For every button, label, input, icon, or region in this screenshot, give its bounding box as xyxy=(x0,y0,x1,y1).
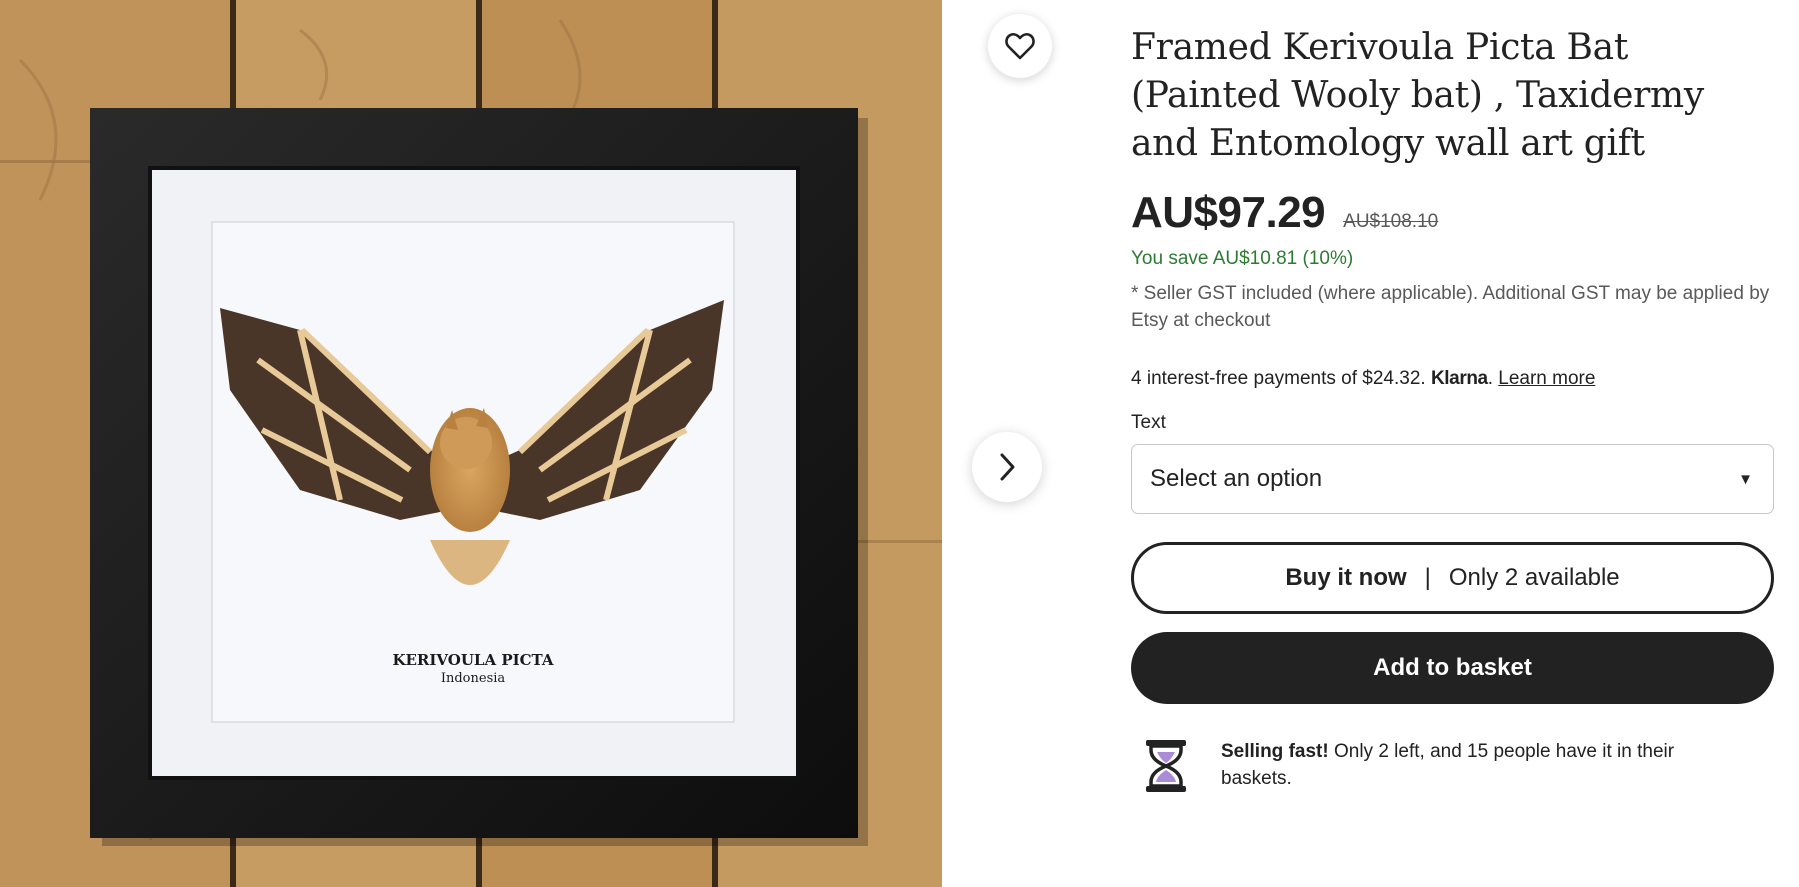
listing-info-panel: Framed Kerivoula Picta Bat (Painted Wool… xyxy=(1131,24,1776,796)
next-image-button[interactable] xyxy=(972,432,1042,502)
listing-title: Framed Kerivoula Picta Bat (Painted Wool… xyxy=(1131,27,1704,164)
specimen-label-title: KERIVOULA PICTA xyxy=(392,651,553,669)
availability-text: Only 2 available xyxy=(1448,564,1620,591)
original-price: AU$108.10 xyxy=(1343,211,1439,232)
selling-fast-notice: Selling fast! Only 2 left, and 15 people… xyxy=(1131,738,1776,796)
framed-bat-photo: KERIVOULA PICTA Indonesia xyxy=(0,0,942,887)
variation-label: Text xyxy=(1131,412,1166,433)
heart-icon xyxy=(1005,33,1035,60)
learn-more-link[interactable]: Learn more xyxy=(1498,368,1595,389)
hourglass-icon xyxy=(1143,738,1193,796)
chevron-right-icon xyxy=(1000,453,1015,481)
klarna-payment-info: 4 interest-free payments of $24.32. Klar… xyxy=(1131,368,1776,390)
current-price: AU$97.29 xyxy=(1131,188,1326,237)
buy-now-label: Buy it now xyxy=(1285,564,1407,591)
selling-fast-text: Selling fast! Only 2 left, and 15 people… xyxy=(1221,738,1741,792)
variation-select-value: Select an option xyxy=(1150,465,1323,492)
variation-select[interactable]: Select an option ▼ xyxy=(1131,444,1774,514)
gst-note: * Seller GST included (where applicable)… xyxy=(1131,283,1770,331)
klarna-text: 4 interest-free payments of $24.32. xyxy=(1131,368,1426,389)
product-image: KERIVOULA PICTA Indonesia xyxy=(0,0,942,887)
caret-down-icon: ▼ xyxy=(1738,470,1753,488)
savings-text: You save AU$10.81 (10%) xyxy=(1131,248,1354,269)
favorite-button[interactable] xyxy=(988,14,1052,78)
selling-fast-headline: Selling fast! xyxy=(1221,741,1329,762)
button-separator: | xyxy=(1424,564,1431,591)
price-row: AU$97.29 AU$108.10 xyxy=(1131,188,1776,238)
buy-it-now-button[interactable]: Buy it now | Only 2 available xyxy=(1131,542,1774,614)
klarna-brand-suffix: . xyxy=(1487,368,1493,389)
add-to-basket-button[interactable]: Add to basket xyxy=(1131,632,1774,704)
specimen-label-subtitle: Indonesia xyxy=(441,671,506,686)
klarna-logo: Klarna xyxy=(1430,368,1488,389)
